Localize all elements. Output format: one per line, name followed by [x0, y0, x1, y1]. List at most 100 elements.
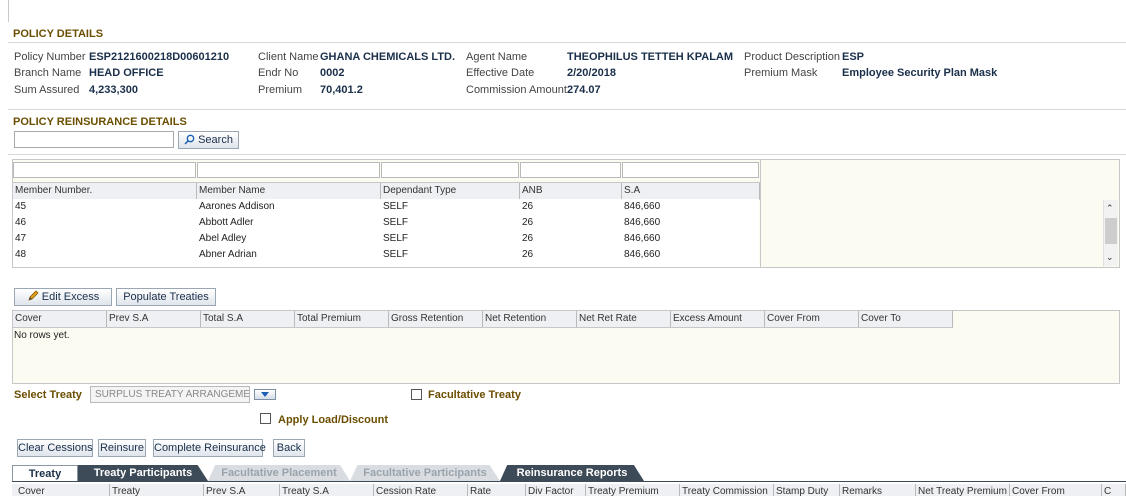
back-button[interactable]: Back — [273, 439, 305, 457]
column-header[interactable]: Net Ret Rate — [577, 311, 671, 327]
apply-load-discount-label: Apply Load/Discount — [278, 414, 388, 426]
column-header[interactable]: Net Treaty Premium — [916, 484, 1010, 496]
chevron-down-icon — [261, 392, 269, 397]
anb-cell: 26 — [522, 217, 534, 228]
column-header[interactable]: Net Retention — [483, 311, 577, 327]
column-header[interactable]: Cover From — [1010, 484, 1102, 496]
column-header[interactable]: Prev S.A — [107, 311, 201, 327]
premium-label: Premium — [258, 84, 303, 96]
column-header[interactable]: Remarks — [840, 484, 916, 496]
search-button[interactable]: Search — [178, 131, 239, 149]
client-name-label: Client Name — [258, 51, 319, 63]
sum-assured-label: Sum Assured — [14, 84, 80, 96]
sa-cell: 846,660 — [624, 217, 661, 228]
populate-treaties-button[interactable]: Populate Treaties — [116, 288, 216, 306]
tab-bar: Treaty Treaty Participants Facultative P… — [12, 465, 1126, 481]
tab-facultative-placement[interactable]: Facultative Placement — [208, 465, 350, 481]
column-header[interactable]: Treaty Commission — [680, 484, 774, 496]
column-header[interactable]: ANB — [520, 183, 622, 199]
facultative-treaty-checkbox[interactable] — [411, 389, 422, 400]
tab-treaty-participants[interactable]: Treaty Participants — [78, 465, 208, 481]
column-header[interactable]: Treaty Premium — [586, 484, 680, 496]
endr-no-value: 0002 — [320, 67, 345, 79]
member-name-cell: Abbott Adler — [199, 217, 254, 228]
table-row[interactable]: 45 Aarones Addison SELF 26 846,660 — [13, 199, 759, 216]
table-row[interactable]: 46 Abbott Adler SELF 26 846,660 — [13, 215, 759, 232]
column-header[interactable]: C — [1102, 484, 1126, 496]
excess-grid: Cover Prev S.A Total S.A Total Premium G… — [12, 310, 1120, 384]
members-scrollbar[interactable]: ⌃ ⌄ — [1103, 200, 1118, 266]
column-header[interactable]: Treaty — [110, 484, 204, 496]
complete-reinsurance-button[interactable]: Complete Reinsurance — [153, 439, 266, 457]
column-header[interactable]: Total Premium — [295, 311, 389, 327]
scroll-down-icon[interactable]: ⌄ — [1106, 252, 1114, 263]
search-input[interactable] — [14, 131, 174, 148]
section-divider — [8, 154, 1126, 155]
sa-cell: 846,660 — [624, 201, 661, 212]
filter-member-name[interactable] — [197, 162, 380, 178]
table-row[interactable]: 47 Abel Adley SELF 26 846,660 — [13, 231, 759, 248]
agent-name-value: THEOPHILUS TETTEH KPALAM — [567, 51, 734, 63]
treaty-dropdown-button[interactable] — [254, 389, 276, 400]
scrollbar-thumb[interactable] — [1105, 217, 1117, 244]
pencil-icon — [28, 290, 39, 301]
member-number-cell: 46 — [15, 217, 27, 228]
left-border-line — [8, 0, 9, 22]
filter-member-number[interactable] — [13, 162, 196, 178]
sa-cell: 846,660 — [624, 233, 661, 244]
clear-cessions-button[interactable]: Clear Cessions — [17, 439, 93, 457]
branch-name-value: HEAD OFFICE — [89, 67, 164, 79]
column-header[interactable]: Rate — [468, 484, 526, 496]
scroll-up-icon[interactable]: ⌃ — [1106, 203, 1114, 214]
column-header[interactable]: S.A — [622, 183, 760, 199]
search-button-label: Search — [198, 134, 233, 146]
column-header[interactable]: Gross Retention — [389, 311, 483, 327]
column-header[interactable]: Stamp Duty — [774, 484, 840, 496]
column-header[interactable]: Div Factor — [526, 484, 586, 496]
effective-date-label: Effective Date — [466, 67, 535, 79]
section-divider — [8, 109, 1126, 110]
column-header[interactable]: Cover From — [765, 311, 859, 327]
commission-amount-label: Commission Amount — [466, 84, 567, 96]
client-name-value: GHANA CHEMICALS LTD. — [320, 51, 456, 63]
column-header[interactable]: Cession Rate — [374, 484, 468, 496]
column-header[interactable]: Cover — [16, 484, 110, 496]
premium-value: 70,401.2 — [320, 84, 363, 96]
tab-reinsurance-reports[interactable]: Reinsurance Reports — [500, 465, 644, 481]
table-row-partial[interactable] — [13, 263, 759, 267]
anb-cell: 26 — [522, 201, 534, 212]
product-description-value: ESP — [842, 51, 865, 63]
tab-treaty[interactable]: Treaty — [12, 465, 78, 481]
reinsure-button[interactable]: Reinsure — [98, 439, 146, 457]
column-header[interactable]: Excess Amount — [671, 311, 765, 327]
column-header[interactable]: Member Name — [197, 183, 381, 199]
agent-name-label: Agent Name — [466, 51, 528, 63]
grid-divider — [760, 160, 761, 267]
column-header[interactable]: Total S.A — [201, 311, 295, 327]
tab-facultative-participants[interactable]: Facultative Participants — [350, 465, 500, 481]
column-header[interactable]: Member Number. — [13, 183, 197, 199]
filter-anb[interactable] — [520, 162, 621, 178]
branch-name-label: Branch Name — [14, 67, 82, 79]
policy-details-title: POLICY DETAILS — [13, 28, 104, 40]
premium-mask-label: Premium Mask — [744, 67, 818, 79]
member-name-cell: Aarones Addison — [199, 201, 275, 212]
treaty-select[interactable]: SURPLUS TREATY ARRANGEMEN — [90, 386, 250, 403]
column-header[interactable]: Prev S.A — [204, 484, 280, 496]
filter-sa[interactable] — [622, 162, 759, 178]
member-number-cell: 48 — [15, 249, 27, 260]
tab-underline — [12, 481, 1126, 482]
column-header[interactable]: Cover To — [859, 311, 953, 327]
column-header[interactable]: Dependant Type — [381, 183, 520, 199]
dependant-type-cell: SELF — [383, 201, 409, 212]
column-header[interactable]: Cover — [13, 311, 107, 327]
member-name-cell: Abel Adley — [199, 233, 247, 244]
reinsurance-details-title: POLICY REINSURANCE DETAILS — [13, 116, 187, 128]
edit-excess-button[interactable]: Edit Excess — [14, 288, 112, 306]
section-divider — [8, 42, 1126, 43]
select-treaty-label: Select Treaty — [14, 389, 82, 401]
column-header[interactable]: Treaty S.A — [280, 484, 374, 496]
table-row[interactable]: 48 Abner Adrian SELF 26 846,660 — [13, 247, 759, 264]
filter-dependant-type[interactable] — [381, 162, 519, 178]
apply-load-discount-checkbox[interactable] — [260, 413, 271, 424]
